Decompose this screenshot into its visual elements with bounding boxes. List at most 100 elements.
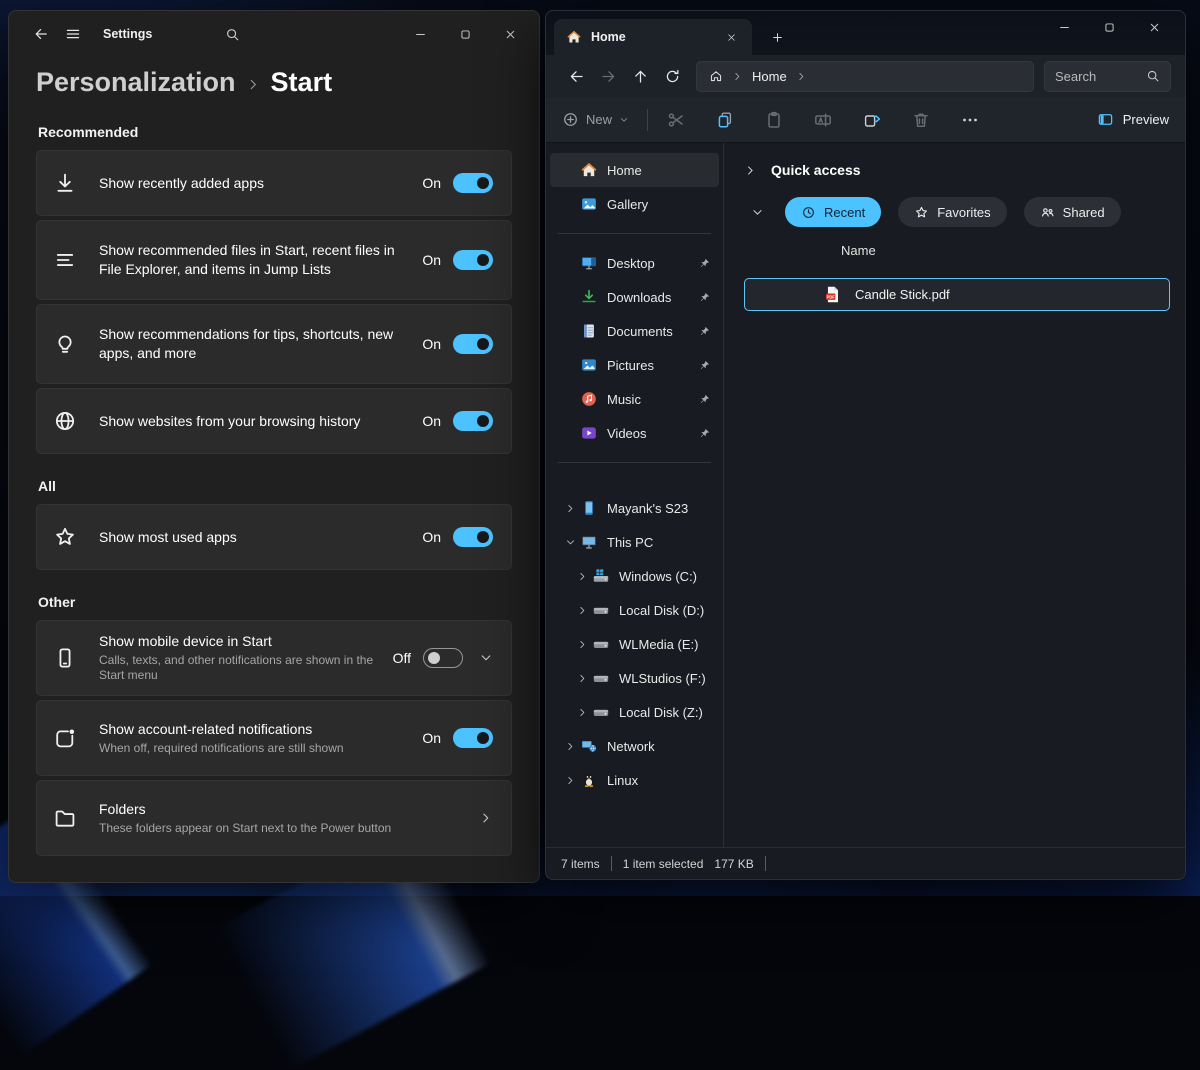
sidebar-item-label: Linux: [607, 773, 711, 788]
maximize-button[interactable]: [443, 17, 488, 51]
share-icon[interactable]: [862, 110, 882, 130]
sidebar-item-music[interactable]: Music: [550, 382, 719, 416]
toggle-switch[interactable]: [453, 728, 493, 748]
chevron-right-icon: [565, 503, 576, 514]
nav-up-button[interactable]: [624, 61, 656, 91]
address-segment-home[interactable]: Home: [752, 69, 787, 84]
chevron-right-icon[interactable]: [560, 498, 580, 518]
sidebar-item-home[interactable]: Home: [550, 153, 719, 187]
more-icon[interactable]: [960, 110, 980, 130]
settings-item-folders[interactable]: FoldersThese folders appear on Start nex…: [36, 780, 512, 856]
chevron-right-icon[interactable]: [572, 600, 592, 620]
sidebar-item-local-disk-d[interactable]: Local Disk (D:): [550, 593, 719, 627]
sidebar-item-network[interactable]: Network: [550, 729, 719, 763]
chevron-spacer: [560, 355, 580, 375]
chevron-right-icon[interactable]: [560, 736, 580, 756]
chevron-right-icon[interactable]: [572, 702, 592, 722]
chevron-right-icon[interactable]: [572, 566, 592, 586]
sidebar-item-mayank-s-s23[interactable]: Mayank's S23: [550, 491, 719, 525]
column-header-name[interactable]: Name: [841, 243, 1167, 258]
chevron-right-icon[interactable]: [560, 770, 580, 790]
setting-controls: On: [422, 334, 493, 354]
toggle-switch[interactable]: [453, 334, 493, 354]
rename-icon[interactable]: [813, 110, 833, 130]
drive-icon: [592, 601, 610, 619]
settings-item-show-most-used-apps[interactable]: Show most used appsOn: [36, 504, 512, 570]
sidebar-item-linux[interactable]: Linux: [550, 763, 719, 797]
close-button[interactable]: [488, 17, 533, 51]
sidebar-item-pictures[interactable]: Pictures: [550, 348, 719, 382]
delete-icon[interactable]: [911, 110, 931, 130]
file-row-candle-stick-pdf[interactable]: PDFCandle Stick.pdf: [744, 278, 1170, 311]
explorer-tabstrip: Home: [546, 11, 1185, 55]
cut-icon[interactable]: [666, 110, 686, 130]
new-tab-button[interactable]: [762, 22, 792, 52]
quick-access-group[interactable]: Quick access: [744, 157, 1167, 183]
pill-tabs: Recent Favorites Shared: [785, 197, 1138, 227]
sidebar-item-label: Desktop: [607, 256, 698, 271]
paste-icon[interactable]: [764, 110, 784, 130]
tab-recent[interactable]: Recent: [785, 197, 881, 227]
chevron-right-icon[interactable]: [744, 164, 757, 177]
settings-item-show-recommended-files-in-start-recent-files-in-file-explorer-and-items-in-jump-lists[interactable]: Show recommended files in Start, recent …: [36, 220, 512, 300]
settings-item-show-recently-added-apps[interactable]: Show recently added appsOn: [36, 150, 512, 216]
toggle-knob: [428, 652, 440, 664]
toggle-switch[interactable]: [453, 173, 493, 193]
settings-item-show-websites-from-your-browsing-history[interactable]: Show websites from your browsing history…: [36, 388, 512, 454]
svg-text:PDF: PDF: [827, 294, 836, 299]
section-header-recommended: Recommended: [38, 124, 510, 140]
chevron-right-icon[interactable]: [572, 668, 592, 688]
tab-favorites[interactable]: Favorites: [898, 197, 1006, 227]
refresh-button[interactable]: [656, 61, 688, 91]
sidebar-item-wlstudios-f[interactable]: WLStudios (F:): [550, 661, 719, 695]
new-button[interactable]: New: [562, 111, 629, 128]
close-button[interactable]: [1132, 11, 1177, 43]
status-bar: 7 items 1 item selected 177 KB: [546, 847, 1185, 879]
maximize-button[interactable]: [1087, 11, 1132, 43]
sidebar-item-desktop[interactable]: Desktop: [550, 246, 719, 280]
toggle-switch[interactable]: [453, 527, 493, 547]
toggle-knob: [477, 415, 489, 427]
tab-shared[interactable]: Shared: [1024, 197, 1121, 227]
search-box[interactable]: Search: [1044, 61, 1171, 92]
nav-forward-button[interactable]: [592, 61, 624, 91]
toggle-knob: [477, 338, 489, 350]
tab-close-button[interactable]: [720, 26, 742, 48]
settings-item-show-account-related-notifications[interactable]: Show account-related notificationsWhen o…: [36, 700, 512, 776]
preview-toggle[interactable]: Preview: [1097, 111, 1169, 128]
toggle-switch[interactable]: [423, 648, 463, 668]
sidebar-item-this-pc[interactable]: This PC: [550, 525, 719, 559]
chevron-right-icon[interactable]: [796, 71, 807, 82]
back-button[interactable]: [25, 19, 57, 49]
explorer-body: HomeGallery Desktop DownloadsDocumentsPict…: [546, 143, 1185, 847]
sidebar-item-gallery[interactable]: Gallery: [550, 187, 719, 221]
sidebar-item-documents[interactable]: Documents: [550, 314, 719, 348]
copy-icon[interactable]: [715, 110, 735, 130]
chevron-right-icon[interactable]: [572, 634, 592, 654]
sidebar-item-windows-c[interactable]: Windows (C:): [550, 559, 719, 593]
setting-label: Show recommendations for tips, shortcuts…: [99, 325, 412, 363]
preview-label: Preview: [1123, 112, 1169, 127]
toggle-switch[interactable]: [453, 411, 493, 431]
status-divider: [611, 856, 612, 871]
search-button[interactable]: [216, 19, 248, 49]
minimize-button[interactable]: [1042, 11, 1087, 43]
sidebar-item-videos[interactable]: Videos: [550, 416, 719, 450]
address-bar[interactable]: Home: [696, 61, 1034, 92]
breadcrumb-parent[interactable]: Personalization: [36, 67, 236, 98]
minimize-button[interactable]: [398, 17, 443, 51]
chevron-down-icon[interactable]: [751, 206, 764, 219]
chevron-right-icon[interactable]: [732, 71, 743, 82]
explorer-tab-home[interactable]: Home: [554, 19, 752, 55]
sidebar-item-downloads[interactable]: Downloads: [550, 280, 719, 314]
nav-back-button[interactable]: [560, 61, 592, 91]
sidebar-item-wlmedia-e[interactable]: WLMedia (E:): [550, 627, 719, 661]
settings-item-show-mobile-device-in-start[interactable]: Show mobile device in StartCalls, texts,…: [36, 620, 512, 696]
sidebar-item-local-disk-z[interactable]: Local Disk (Z:): [550, 695, 719, 729]
settings-item-show-recommendations-for-tips-shortcuts-new-apps-and-more[interactable]: Show recommendations for tips, shortcuts…: [36, 304, 512, 384]
chevron-down-icon[interactable]: [560, 532, 580, 552]
explorer-navbar: Home Search: [546, 55, 1185, 97]
toggle-switch[interactable]: [453, 250, 493, 270]
menu-button[interactable]: [57, 19, 89, 49]
setting-label: Folders: [99, 800, 453, 819]
